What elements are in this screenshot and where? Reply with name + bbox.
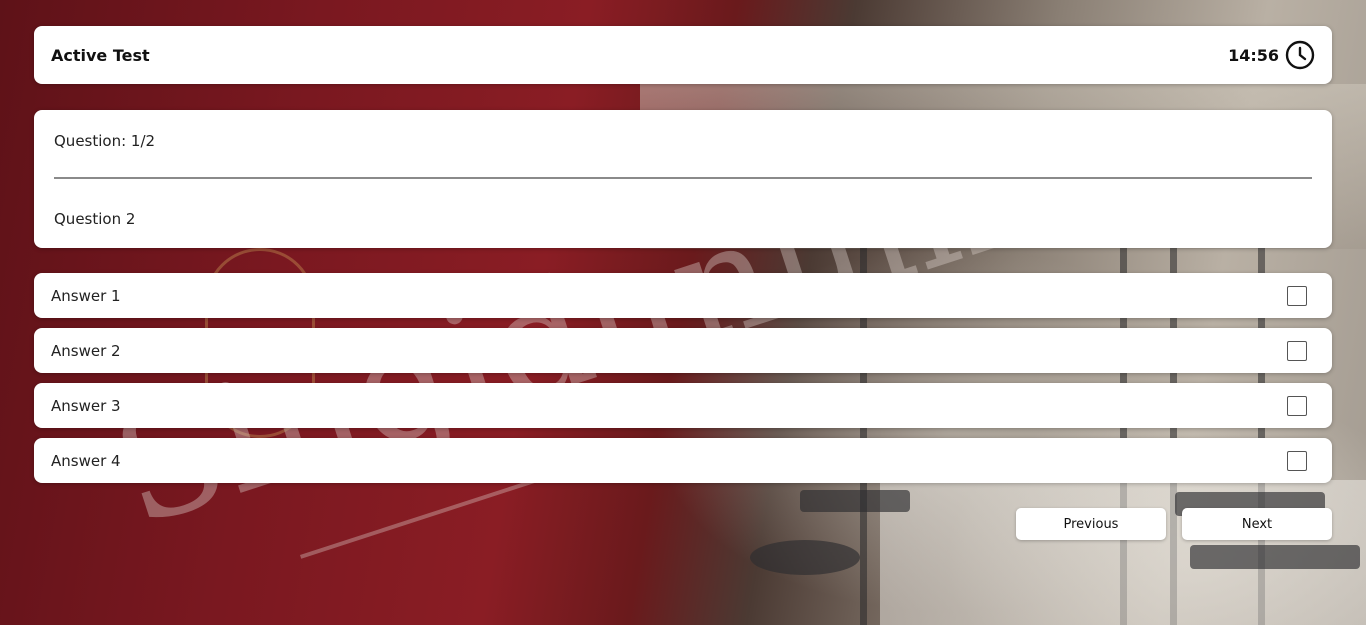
next-button[interactable]: Next [1182, 508, 1332, 540]
answer-label: Answer 3 [51, 396, 121, 415]
answer-option[interactable]: Answer 3 [34, 383, 1332, 428]
clock-icon [1285, 40, 1315, 70]
question-card: Question: 1/2 Question 2 [34, 110, 1332, 248]
background-mouse [750, 540, 860, 575]
answer-label: Answer 1 [51, 286, 121, 305]
background-keyboard [800, 490, 910, 512]
answer-checkbox[interactable] [1287, 285, 1307, 306]
test-header: Active Test 14:56 [34, 26, 1332, 84]
answer-option[interactable]: Answer 1 [34, 273, 1332, 318]
question-number: Question: 1/2 [54, 132, 156, 150]
answer-checkbox[interactable] [1287, 450, 1307, 471]
background-desk [880, 480, 1366, 625]
answer-option[interactable]: Answer 4 [34, 438, 1332, 483]
timer-text: 14:56 [1228, 45, 1279, 65]
answer-checkbox[interactable] [1287, 340, 1307, 361]
answer-label: Answer 2 [51, 341, 121, 360]
answer-label: Answer 4 [51, 451, 121, 470]
answer-checkbox[interactable] [1287, 395, 1307, 416]
question-divider [54, 177, 1312, 179]
timer: 14:56 [1228, 40, 1315, 70]
question-text: Question 2 [54, 210, 136, 228]
page-title: Active Test [51, 45, 150, 65]
background-keyboard [1190, 545, 1360, 569]
answer-option[interactable]: Answer 2 [34, 328, 1332, 373]
previous-button[interactable]: Previous [1016, 508, 1166, 540]
